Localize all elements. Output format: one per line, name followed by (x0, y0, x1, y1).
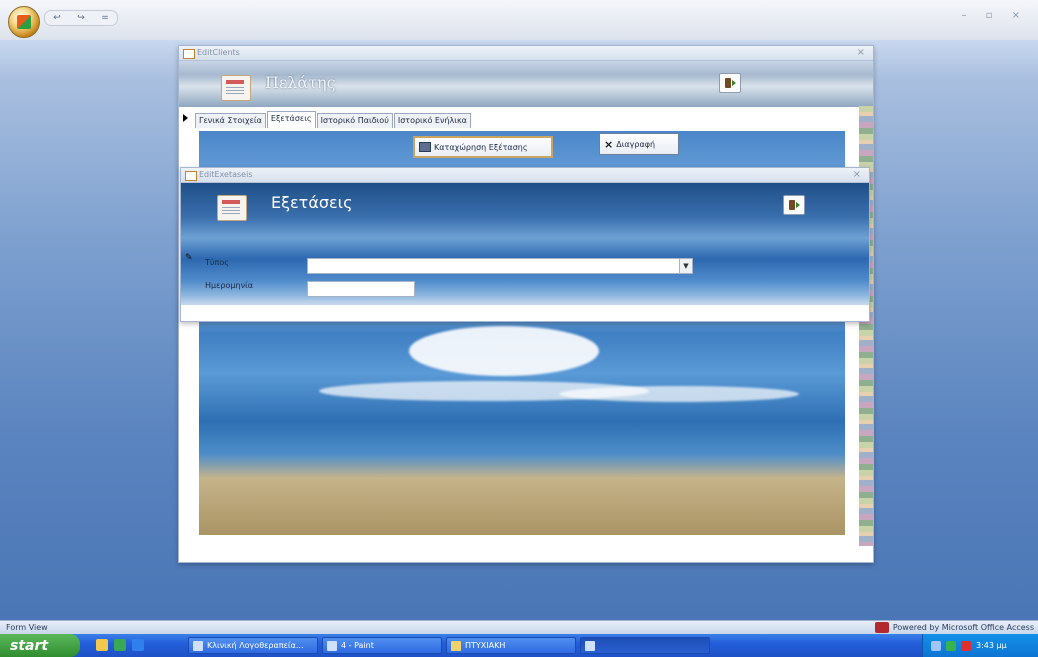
tray-icon[interactable] (946, 640, 956, 651)
powered-by-text: Powered by Microsoft Office Access (892, 623, 1034, 632)
quick-launch-icon[interactable] (132, 639, 144, 651)
cloud (559, 386, 799, 402)
window-controls[interactable]: – ▫ × (961, 10, 1028, 21)
delete-x-icon: × (604, 137, 614, 151)
status-view-mode: Form View (6, 623, 48, 632)
register-icon (419, 142, 431, 152)
exit-arrow-icon (795, 202, 800, 208)
register-exam-button[interactable]: Καταχώρηση Εξέτασης (413, 136, 553, 158)
taskbar-item-label: ΠΤΥΧΙΑΚΗ (465, 641, 506, 650)
paint-icon (327, 640, 337, 651)
customize-toolbar-icon[interactable]: = (101, 13, 109, 23)
form-header-title: Εξετάσεις (271, 193, 353, 212)
edit-exams-titlebar[interactable]: EditExetaseis × (181, 168, 869, 183)
taskbar-item-paint[interactable]: 4 - Paint (322, 637, 442, 654)
exit-door-icon (724, 78, 731, 88)
exams-body: Εξετάσεις ✎ Τύπος ▼ Ημερομηνία (181, 183, 869, 305)
status-powered-by: Powered by Microsoft Office Access (874, 622, 1034, 633)
form-header-icon (217, 195, 247, 221)
quick-launch-icon[interactable] (114, 639, 126, 651)
window-title: EditClients (197, 48, 240, 57)
exit-arrow-icon (731, 80, 736, 86)
form-icon (183, 49, 195, 59)
tab-adult-history[interactable]: Ιστορικό Ενήλικα (393, 113, 471, 128)
edit-exams-window: EditExetaseis × Εξετάσεις ✎ Τύπος ▼ Ημερ… (180, 167, 870, 322)
tab-child-history[interactable]: Ιστορικό Παιδιού (316, 113, 393, 128)
chevron-down-icon[interactable]: ▼ (679, 259, 692, 273)
quick-launch-icon[interactable] (96, 639, 108, 651)
form-icon (185, 171, 197, 181)
quick-launch (96, 639, 144, 651)
access-logo-icon (874, 622, 889, 633)
exit-button[interactable] (783, 195, 805, 215)
taskbar-item-active[interactable] (580, 637, 710, 654)
undo-icon[interactable]: ↩ (53, 13, 61, 23)
exit-door-icon (788, 200, 795, 210)
delete-label: Διαγραφή (616, 139, 656, 149)
date-label: Ημερομηνία (205, 281, 254, 290)
delete-button[interactable]: × Διαγραφή (599, 133, 679, 155)
office-logo-icon (17, 15, 31, 29)
record-selector-icon[interactable] (183, 114, 188, 122)
window-title: EditExetaseis (199, 170, 253, 179)
folder-icon (451, 640, 461, 651)
register-exam-label: Καταχώρηση Εξέτασης (434, 142, 528, 152)
date-field[interactable] (307, 281, 415, 297)
tab-exams[interactable]: Εξετάσεις (266, 111, 316, 128)
close-icon[interactable]: × (853, 169, 861, 180)
tray-icon[interactable] (961, 640, 971, 651)
exit-button[interactable] (719, 73, 741, 93)
clients-header: Πελάτης (179, 61, 873, 107)
clock: 3:43 μμ (976, 641, 1007, 650)
taskbar-item-label: Κλινική Λογοθεραπεία... (207, 641, 304, 650)
taskbar-item-clinic[interactable]: Κλινική Λογοθεραπεία... (188, 637, 318, 654)
cloud (409, 326, 599, 376)
app-icon (193, 640, 203, 651)
clients-tabs: Γενικά Στοιχεία Εξετάσεις Ιστορικό Παιδι… (195, 111, 472, 128)
quick-access-toolbar: ↩ ↪ = (44, 10, 118, 26)
form-header-icon (221, 75, 251, 101)
edit-clients-titlebar[interactable]: EditClients × (179, 46, 873, 61)
tray-icon[interactable] (931, 640, 941, 651)
type-label: Τύπος (205, 258, 229, 267)
close-icon[interactable]: × (857, 47, 865, 58)
windows-taskbar: start Κλινική Λογοθεραπεία... 4 - Paint … (0, 634, 1038, 657)
office-title-bar: ↩ ↪ = – ▫ × (0, 0, 1038, 40)
record-pencil-icon: ✎ (185, 253, 193, 263)
type-combobox[interactable]: ▼ (307, 258, 693, 274)
redo-icon[interactable]: ↪ (77, 13, 85, 23)
office-button[interactable] (8, 6, 40, 38)
taskbar-item-folder[interactable]: ΠΤΥΧΙΑΚΗ (446, 637, 576, 654)
start-button[interactable]: start (0, 634, 80, 657)
app-icon (585, 640, 595, 651)
status-bar: Form View Powered by Microsoft Office Ac… (0, 620, 1038, 635)
tab-general-info[interactable]: Γενικά Στοιχεία (195, 113, 266, 128)
taskbar-item-label: 4 - Paint (341, 641, 374, 650)
system-tray: 3:43 μμ (922, 634, 1038, 657)
form-header-title: Πελάτης (265, 73, 336, 92)
